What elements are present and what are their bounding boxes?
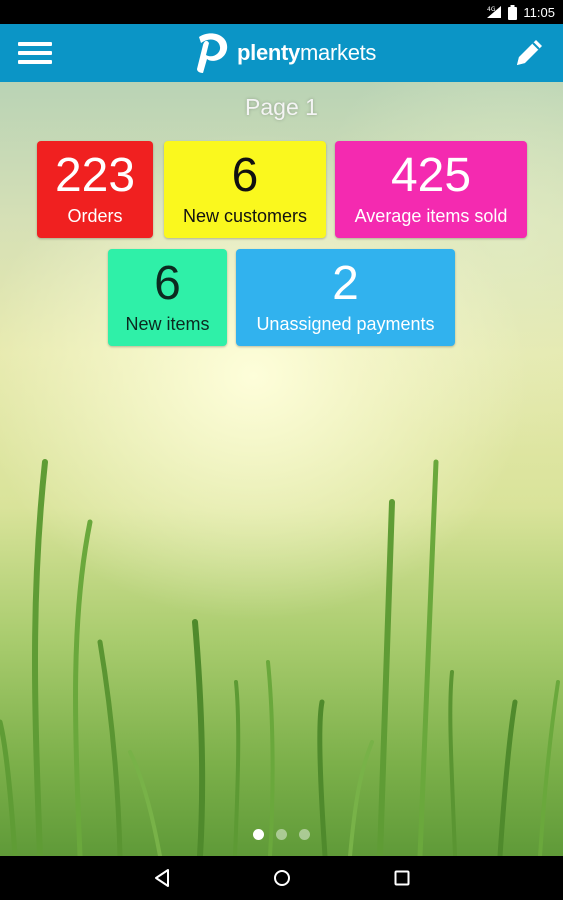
tile-average-items-sold[interactable]: 425 Average items sold xyxy=(335,141,527,238)
tile-new-items[interactable]: 6 New items xyxy=(108,249,227,346)
battery-icon xyxy=(508,4,518,20)
tile-label: New customers xyxy=(182,206,308,226)
logo-text: plentymarkets xyxy=(237,40,376,66)
page-indicator-dot[interactable] xyxy=(299,829,310,840)
pencil-icon[interactable] xyxy=(511,35,547,71)
logo-text-bold: plenty xyxy=(237,40,300,65)
plentymarkets-logo-icon xyxy=(197,33,228,73)
plentymarkets-logo: plentymarkets xyxy=(189,30,376,76)
navigation-bar xyxy=(0,856,563,900)
tile-value: 6 xyxy=(154,257,181,310)
page-indicator-dot[interactable] xyxy=(276,829,287,840)
page-title: Page 1 xyxy=(245,94,318,120)
tile-value: 6 xyxy=(231,149,259,202)
page-indicator-dot[interactable] xyxy=(253,829,264,840)
tile-orders[interactable]: 223 Orders xyxy=(37,141,153,238)
tile-value: 2 xyxy=(332,257,359,310)
recents-icon[interactable] xyxy=(388,864,416,892)
home-icon[interactable] xyxy=(268,864,296,892)
app-bar: plentymarkets xyxy=(0,24,563,82)
status-icons: 4G 11:05 xyxy=(486,0,555,24)
tile-unassigned-payments[interactable]: 2 Unassigned payments xyxy=(236,249,455,346)
signal-icon: 4G xyxy=(486,5,502,19)
hamburger-menu-icon[interactable] xyxy=(18,38,52,68)
tile-label: Average items sold xyxy=(354,206,508,226)
tile-label: Orders xyxy=(67,206,123,226)
tile-label: Unassigned payments xyxy=(256,314,435,334)
tile-label: New items xyxy=(125,314,210,334)
tile-new-customers[interactable]: 6 New customers xyxy=(164,141,326,238)
page-indicator xyxy=(253,829,310,840)
status-bar: 4G 11:05 xyxy=(0,0,563,24)
tile-value: 223 xyxy=(54,149,136,202)
svg-text:4G: 4G xyxy=(487,6,496,13)
back-icon[interactable] xyxy=(148,864,176,892)
tile-value: 425 xyxy=(390,149,472,202)
status-time: 11:05 xyxy=(523,4,555,20)
dashboard-content: Page 1 223 Orders 6 New customers 425 Av… xyxy=(0,82,563,856)
logo-text-regular: markets xyxy=(300,40,377,65)
